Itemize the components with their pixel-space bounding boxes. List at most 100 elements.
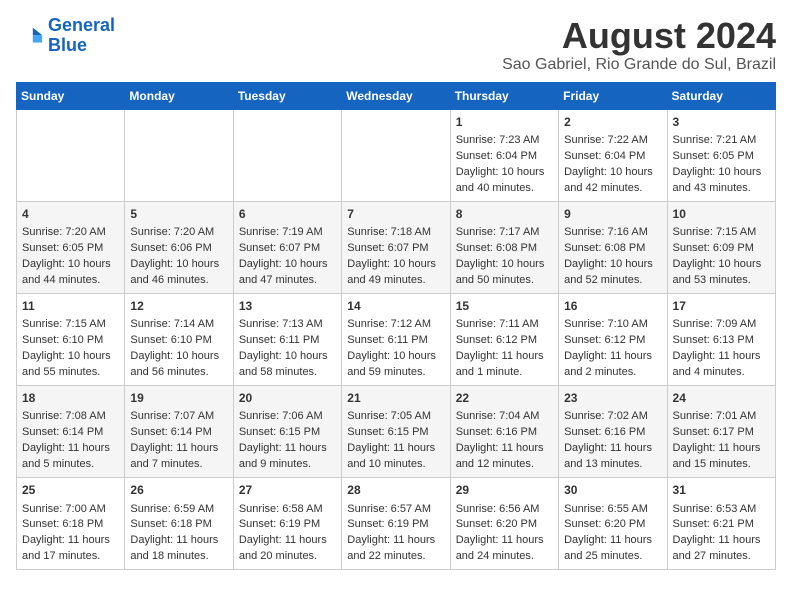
day-info: Sunset: 6:04 PM — [564, 149, 661, 165]
day-info: and 27 minutes. — [673, 549, 770, 565]
day-info: Sunrise: 7:12 AM — [347, 317, 444, 333]
day-info: Daylight: 10 hours — [347, 257, 444, 273]
header-row: SundayMondayTuesdayWednesdayThursdayFrid… — [17, 82, 776, 109]
day-info: Sunrise: 7:21 AM — [673, 133, 770, 149]
day-number: 11 — [22, 298, 119, 315]
day-info: Daylight: 10 hours — [456, 257, 553, 273]
day-info: Sunrise: 7:20 AM — [130, 225, 227, 241]
day-info: Sunset: 6:06 PM — [130, 241, 227, 257]
day-info: Daylight: 11 hours — [564, 441, 661, 457]
day-info: Daylight: 10 hours — [564, 165, 661, 181]
day-info: and 7 minutes. — [130, 457, 227, 473]
day-info: Daylight: 11 hours — [673, 349, 770, 365]
day-info: and 1 minute. — [456, 365, 553, 381]
day-info: Sunrise: 7:05 AM — [347, 409, 444, 425]
day-info: Sunset: 6:05 PM — [22, 241, 119, 257]
day-info: and 55 minutes. — [22, 365, 119, 381]
day-info: Sunrise: 7:06 AM — [239, 409, 336, 425]
day-number: 6 — [239, 206, 336, 223]
day-info: Sunset: 6:19 PM — [347, 517, 444, 533]
header-cell-thursday: Thursday — [450, 82, 558, 109]
calendar-cell: 6Sunrise: 7:19 AMSunset: 6:07 PMDaylight… — [233, 201, 341, 293]
day-info: Sunset: 6:18 PM — [22, 517, 119, 533]
day-info: and 18 minutes. — [130, 549, 227, 565]
day-info: Sunset: 6:10 PM — [130, 333, 227, 349]
day-info: and 20 minutes. — [239, 549, 336, 565]
calendar-cell: 18Sunrise: 7:08 AMSunset: 6:14 PMDayligh… — [17, 386, 125, 478]
day-info: Daylight: 10 hours — [22, 349, 119, 365]
day-info: Daylight: 11 hours — [347, 533, 444, 549]
day-info: and 25 minutes. — [564, 549, 661, 565]
day-info: Sunrise: 7:16 AM — [564, 225, 661, 241]
day-info: Sunrise: 7:04 AM — [456, 409, 553, 425]
calendar-cell: 19Sunrise: 7:07 AMSunset: 6:14 PMDayligh… — [125, 386, 233, 478]
day-info: Daylight: 11 hours — [564, 533, 661, 549]
calendar-cell: 29Sunrise: 6:56 AMSunset: 6:20 PMDayligh… — [450, 478, 558, 570]
day-info: Sunset: 6:21 PM — [673, 517, 770, 533]
day-info: and 59 minutes. — [347, 365, 444, 381]
header-cell-sunday: Sunday — [17, 82, 125, 109]
day-info: and 40 minutes. — [456, 181, 553, 197]
day-number: 3 — [673, 114, 770, 131]
day-info: Sunset: 6:18 PM — [130, 517, 227, 533]
day-number: 30 — [564, 482, 661, 499]
day-info: Sunrise: 7:22 AM — [564, 133, 661, 149]
day-info: and 44 minutes. — [22, 273, 119, 289]
day-info: Sunset: 6:20 PM — [456, 517, 553, 533]
day-info: Sunrise: 7:00 AM — [22, 502, 119, 518]
day-number: 26 — [130, 482, 227, 499]
day-info: Sunrise: 6:58 AM — [239, 502, 336, 518]
calendar-cell: 7Sunrise: 7:18 AMSunset: 6:07 PMDaylight… — [342, 201, 450, 293]
day-info: Daylight: 10 hours — [673, 165, 770, 181]
day-info: and 52 minutes. — [564, 273, 661, 289]
day-info: Daylight: 11 hours — [564, 349, 661, 365]
day-number: 15 — [456, 298, 553, 315]
day-info: Sunset: 6:04 PM — [456, 149, 553, 165]
day-info: and 47 minutes. — [239, 273, 336, 289]
day-number: 29 — [456, 482, 553, 499]
day-info: Sunset: 6:09 PM — [673, 241, 770, 257]
calendar-cell — [233, 109, 341, 201]
day-info: Sunrise: 7:19 AM — [239, 225, 336, 241]
day-number: 4 — [22, 206, 119, 223]
calendar-cell: 4 Sunrise: 7:20 AMSunset: 6:05 PMDaylight… — [17, 201, 125, 293]
calendar-cell: 5Sunrise: 7:20 AMSunset: 6:06 PMDaylight… — [125, 201, 233, 293]
day-number: 25 — [22, 482, 119, 499]
day-info: Sunrise: 7:20 AM — [22, 225, 119, 241]
day-info: Sunrise: 7:09 AM — [673, 317, 770, 333]
header-cell-friday: Friday — [559, 82, 667, 109]
day-number: 18 — [22, 390, 119, 407]
week-row-5: 25Sunrise: 7:00 AMSunset: 6:18 PMDayligh… — [17, 478, 776, 570]
day-info: Sunset: 6:14 PM — [130, 425, 227, 441]
calendar-cell: 23Sunrise: 7:02 AMSunset: 6:16 PMDayligh… — [559, 386, 667, 478]
day-info: Sunrise: 6:56 AM — [456, 502, 553, 518]
week-row-4: 18Sunrise: 7:08 AMSunset: 6:14 PMDayligh… — [17, 386, 776, 478]
day-info: and 9 minutes. — [239, 457, 336, 473]
day-info: Daylight: 11 hours — [673, 441, 770, 457]
calendar-cell: 31Sunrise: 6:53 AMSunset: 6:21 PMDayligh… — [667, 478, 775, 570]
header-cell-wednesday: Wednesday — [342, 82, 450, 109]
day-info: Daylight: 10 hours — [456, 165, 553, 181]
day-info: Sunrise: 7:17 AM — [456, 225, 553, 241]
day-info: Daylight: 10 hours — [22, 257, 119, 273]
day-info: and 5 minutes. — [22, 457, 119, 473]
calendar-cell: 16Sunrise: 7:10 AMSunset: 6:12 PMDayligh… — [559, 293, 667, 385]
day-info: and 2 minutes. — [564, 365, 661, 381]
week-row-1: 1Sunrise: 7:23 AMSunset: 6:04 PMDaylight… — [17, 109, 776, 201]
header-cell-tuesday: Tuesday — [233, 82, 341, 109]
calendar-table: SundayMondayTuesdayWednesdayThursdayFrid… — [16, 82, 776, 571]
day-info: Sunset: 6:11 PM — [239, 333, 336, 349]
page-header: General Blue August 2024 Sao Gabriel, Ri… — [16, 16, 776, 74]
calendar-cell: 28Sunrise: 6:57 AMSunset: 6:19 PMDayligh… — [342, 478, 450, 570]
day-info: and 15 minutes. — [673, 457, 770, 473]
day-info: Daylight: 11 hours — [456, 441, 553, 457]
day-info: Sunrise: 7:18 AM — [347, 225, 444, 241]
calendar-cell: 10Sunrise: 7:15 AMSunset: 6:09 PMDayligh… — [667, 201, 775, 293]
day-info: and 50 minutes. — [456, 273, 553, 289]
day-info: Daylight: 10 hours — [130, 257, 227, 273]
day-info: Sunset: 6:05 PM — [673, 149, 770, 165]
day-info: and 22 minutes. — [347, 549, 444, 565]
day-info: Sunset: 6:16 PM — [564, 425, 661, 441]
calendar-cell: 3 Sunrise: 7:21 AMSunset: 6:05 PMDaylight… — [667, 109, 775, 201]
day-number: 7 — [347, 206, 444, 223]
